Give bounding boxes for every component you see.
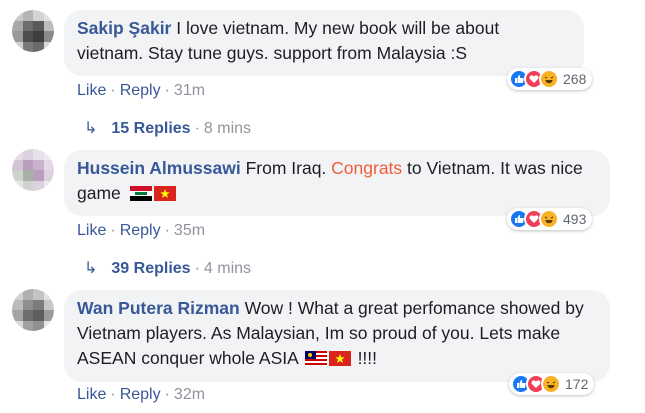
reactions-badge[interactable]: 493 (507, 208, 593, 230)
avatar[interactable] (12, 149, 54, 191)
comment-time[interactable]: 31m (174, 82, 205, 99)
separator-dot: · (164, 222, 170, 239)
highlighted-word: Congrats (331, 158, 403, 178)
reaction-count: 172 (565, 376, 589, 392)
reactions-badge[interactable]: 172 (509, 373, 595, 395)
like-button[interactable]: Like (77, 386, 106, 403)
like-button[interactable]: Like (77, 222, 106, 239)
vietnam-flag-icon (328, 351, 351, 366)
comment-bubble: Sakip Şakir I love vietnam. My new book … (64, 10, 584, 76)
separator-dot: · (194, 260, 200, 277)
comment-time[interactable]: 32m (174, 386, 205, 403)
comment-text: From Iraq. (240, 158, 332, 178)
haha-icon (541, 374, 561, 394)
separator-dot: · (110, 386, 116, 403)
comment-actions: Like · Reply · 32m (77, 386, 205, 404)
reply-button[interactable]: Reply (120, 222, 161, 239)
separator-dot: · (194, 120, 200, 137)
vietnam-flag-icon (153, 186, 176, 201)
reaction-count: 268 (563, 71, 587, 87)
view-replies[interactable]: ↳ 39 Replies · 4 mins (84, 258, 251, 278)
reply-button[interactable]: Reply (120, 386, 161, 403)
comment-bubble: Hussein Almussawi From Iraq. Congrats to… (64, 150, 610, 216)
reply-arrow-icon: ↳ (84, 120, 98, 137)
avatar[interactable] (12, 289, 54, 331)
comment-author[interactable]: Sakip Şakir (77, 18, 171, 38)
reaction-count: 493 (563, 211, 587, 227)
reply-button[interactable]: Reply (120, 82, 161, 99)
comment-author[interactable]: Hussein Almussawi (77, 158, 241, 178)
replies-time: 4 mins (203, 260, 252, 277)
iraq-flag-icon (129, 186, 152, 201)
comment-time[interactable]: 35m (174, 222, 205, 239)
separator-dot: · (164, 386, 170, 403)
replies-time: 8 mins (203, 120, 252, 137)
malaysia-flag-icon (304, 351, 327, 366)
like-button[interactable]: Like (77, 82, 106, 99)
separator-dot: · (110, 222, 116, 239)
separator-dot: · (110, 82, 116, 99)
comment-bubble: Wan Putera Rizman Wow ! What a great per… (64, 290, 610, 382)
comment-actions: Like · Reply · 31m (77, 82, 205, 100)
replies-link[interactable]: 39 Replies (111, 260, 190, 277)
comment-text-continued: !!!! (352, 348, 378, 368)
reply-arrow-icon: ↳ (84, 260, 98, 277)
comment-author[interactable]: Wan Putera Rizman (77, 298, 240, 318)
avatar[interactable] (12, 10, 54, 52)
separator-dot: · (164, 82, 170, 99)
replies-link[interactable]: 15 Replies (111, 120, 190, 137)
view-replies[interactable]: ↳ 15 Replies · 8 mins (84, 118, 251, 138)
haha-icon (539, 69, 559, 89)
reactions-badge[interactable]: 268 (507, 68, 593, 90)
haha-icon (539, 209, 559, 229)
comment-actions: Like · Reply · 35m (77, 222, 205, 240)
